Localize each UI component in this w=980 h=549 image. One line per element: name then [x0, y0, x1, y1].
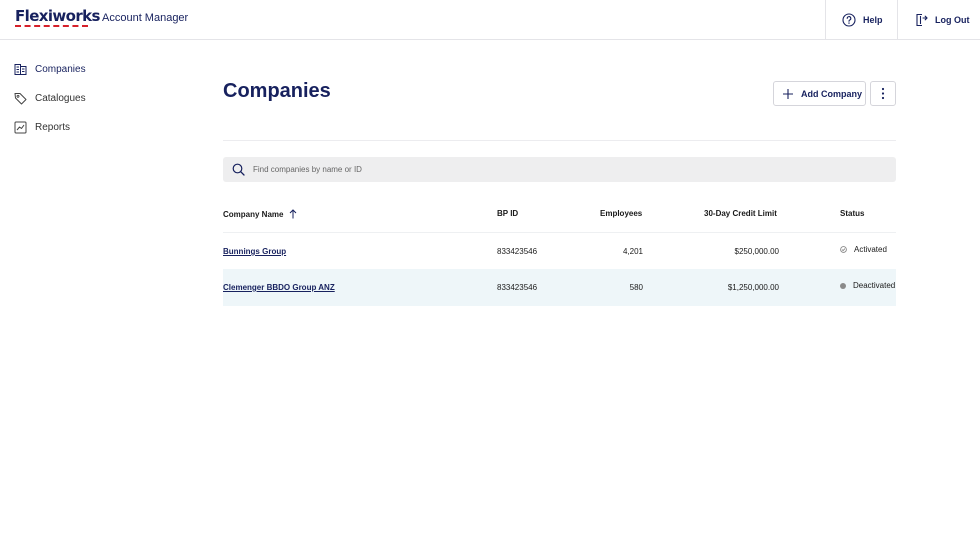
credit-limit-cell: $1,250,000.00 — [727, 283, 779, 292]
kebab-menu-icon — [881, 87, 885, 100]
column-header-employees[interactable]: Employees — [600, 209, 642, 218]
add-company-label: Add Company — [801, 88, 863, 99]
column-header-credit-limit[interactable]: 30-Day Credit Limit — [704, 209, 777, 218]
status-deactivated-icon — [840, 282, 846, 289]
column-header-status[interactable]: Status — [840, 209, 864, 218]
company-name-link[interactable]: Bunnings Group — [223, 247, 286, 256]
sidebar-item-label: Companies — [35, 64, 86, 75]
flexiworks-logo[interactable]: Flexiworks — [15, 7, 100, 27]
status-cell: Deactivated — [840, 281, 895, 290]
column-label: Company Name — [223, 209, 284, 219]
status-activated-icon — [840, 246, 847, 253]
search-bar[interactable] — [223, 157, 896, 182]
title-divider — [223, 140, 896, 141]
company-name-link[interactable]: Clemenger BBDO Group ANZ — [223, 283, 335, 292]
sidebar-item-reports[interactable]: Reports — [14, 121, 70, 134]
search-input[interactable] — [253, 165, 853, 174]
status-label: Deactivated — [853, 281, 896, 290]
logout-icon — [916, 13, 928, 26]
app-title: Account Manager — [102, 12, 189, 24]
bp-id-cell: 833423546 — [497, 283, 538, 292]
logout-label: Log Out — [935, 14, 970, 25]
help-button[interactable]: Help — [825, 0, 897, 39]
logo-underline — [15, 25, 88, 27]
sidebar-item-catalogues[interactable]: Catalogues — [14, 92, 86, 105]
status-cell: Activated — [840, 245, 887, 254]
building-icon — [14, 64, 27, 75]
table-row[interactable]: Clemenger BBDO Group ANZ 833423546 580 $… — [223, 269, 896, 306]
table-row[interactable]: Bunnings Group 833423546 4,201 $250,000.… — [223, 232, 896, 269]
bp-id-cell: 833423546 — [497, 247, 538, 256]
tag-icon — [14, 93, 27, 105]
more-options-button[interactable] — [870, 81, 896, 106]
top-header: Flexiworks Account Manager Help Log Out — [0, 0, 980, 40]
sort-ascending-icon — [290, 209, 297, 219]
status-label: Activated — [854, 245, 887, 254]
logo-text: Flexiworks — [15, 7, 100, 25]
page-title: Companies — [223, 80, 331, 102]
search-icon — [232, 163, 245, 176]
column-header-company-name[interactable]: Company Name — [223, 209, 297, 219]
sidebar-item-label: Catalogues — [35, 93, 86, 104]
sidebar-item-label: Reports — [35, 122, 71, 133]
help-label: Help — [863, 14, 883, 25]
employees-cell: 580 — [629, 283, 643, 292]
employees-cell: 4,201 — [622, 247, 643, 256]
logout-button[interactable]: Log Out — [897, 0, 980, 39]
column-header-bp-id[interactable]: BP ID — [497, 209, 518, 218]
help-icon — [842, 12, 856, 27]
chart-icon — [14, 121, 27, 134]
credit-limit-cell: $250,000.00 — [734, 247, 780, 256]
plus-icon — [783, 88, 793, 99]
add-company-button[interactable]: Add Company — [773, 81, 866, 106]
sidebar-item-companies[interactable]: Companies — [14, 63, 86, 76]
